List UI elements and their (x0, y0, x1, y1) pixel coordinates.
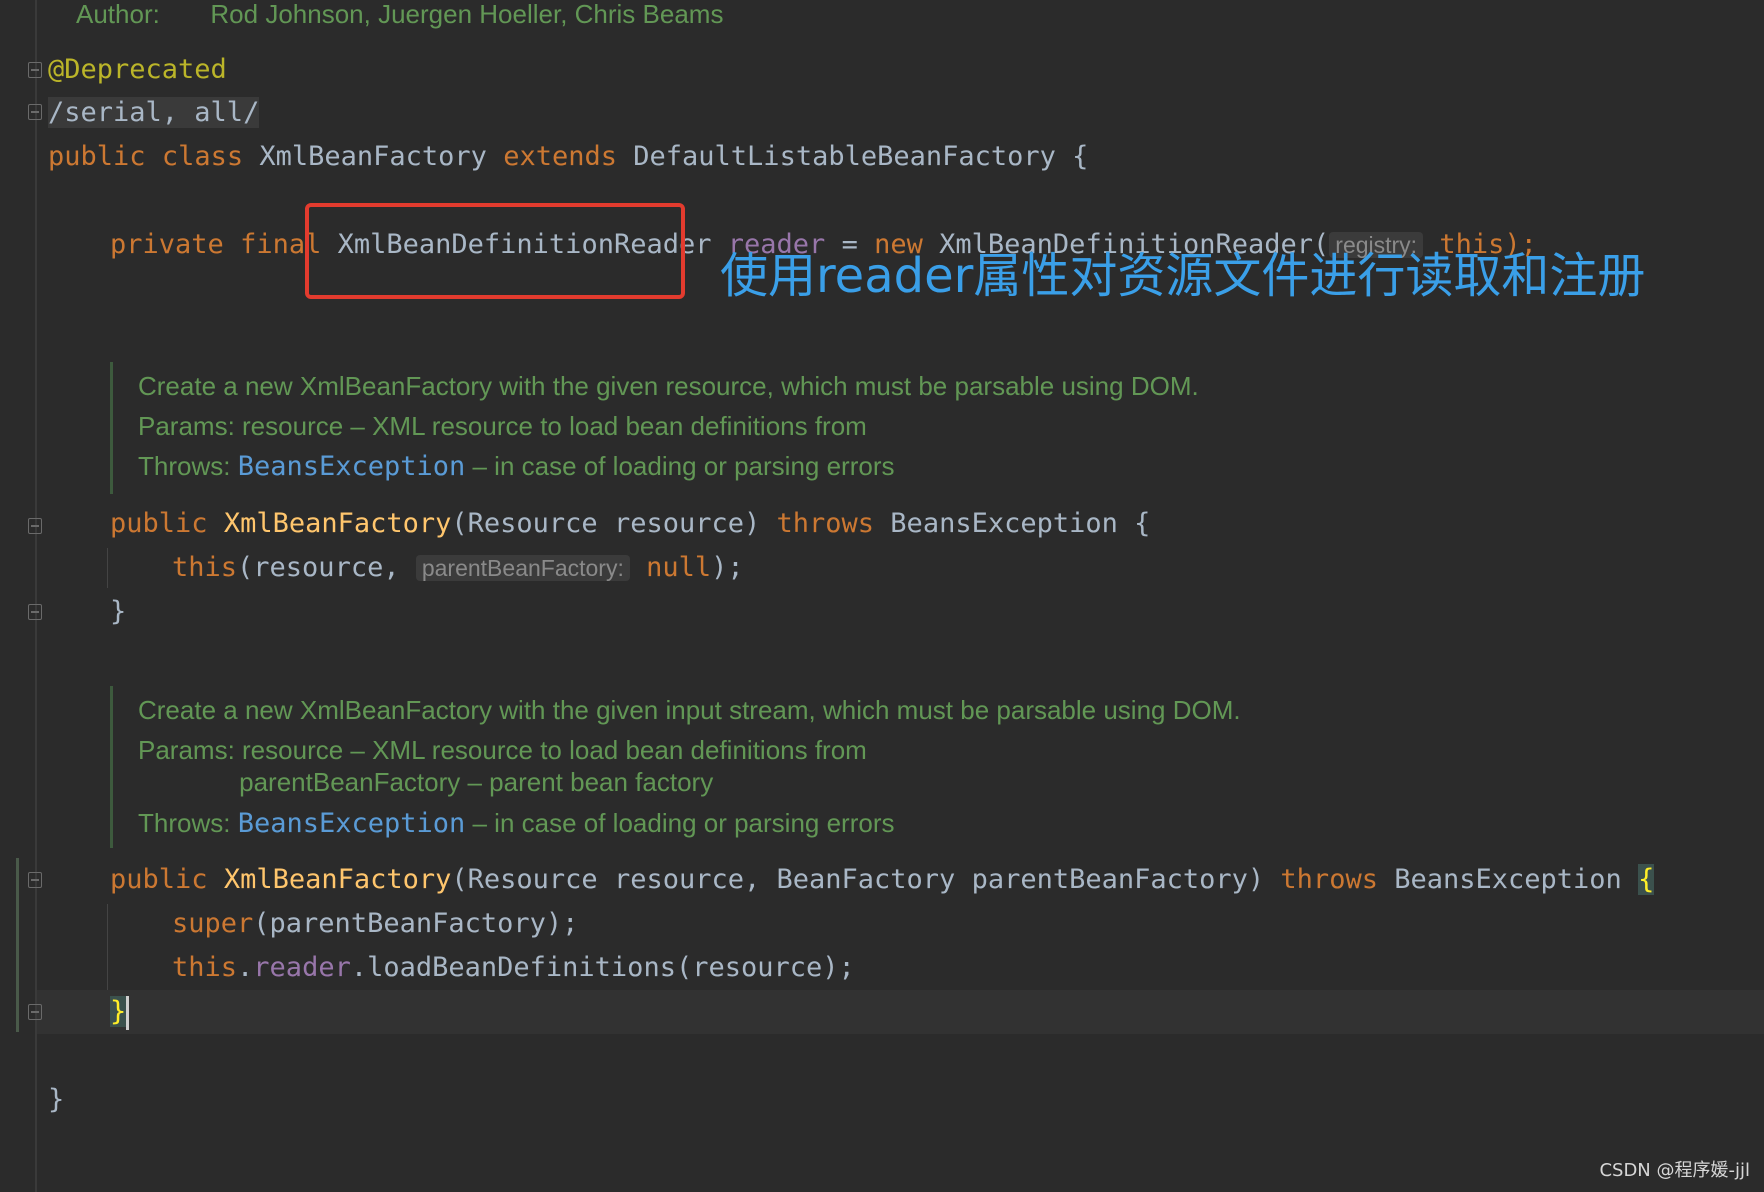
constructor-params: (Resource resource) (451, 508, 777, 539)
code-line-ctor2-super[interactable]: super(parentBeanFactory); (172, 902, 578, 946)
exception-type: BeansException { (874, 508, 1151, 539)
javadoc-ctor2-params2: parentBeanFactory – parent bean factory (138, 762, 713, 802)
keyword-this: this (172, 552, 238, 583)
javadoc-author: Author: Rod Johnson, Juergen Hoeller, Ch… (76, 0, 723, 34)
keyword-throws: throws (776, 508, 875, 539)
fold-icon[interactable] (28, 1004, 42, 1020)
javadoc-throws-text: – in case of loading or parsing errors (465, 451, 895, 481)
code-line-ctor1-close[interactable]: } (110, 590, 126, 634)
javadoc-throws-text: – in case of loading or parsing errors (465, 808, 895, 838)
constructor-params: (Resource resource, BeanFactory parentBe… (451, 864, 1281, 895)
code-line-ctor1-body[interactable]: this(resource, parentBeanFactory: null); (172, 546, 744, 590)
super-call-args: (parentBeanFactory); (253, 908, 579, 939)
code-line-ctor2-close[interactable]: } (110, 990, 130, 1034)
deprecated-annotation: @Deprecated (48, 54, 227, 85)
javadoc-params-parent: parentBeanFactory – parent bean factory (138, 767, 714, 797)
matched-close-brace: } (110, 996, 127, 1027)
field-reader-ref: reader (253, 952, 351, 983)
javadoc-ctor1: Create a new XmlBeanFactory with the giv… (138, 366, 1199, 406)
javadoc-ctor1-params: Params: resource – XML resource to load … (138, 406, 867, 446)
code-line-ctor2-load[interactable]: this.reader.loadBeanDefinitions(resource… (172, 946, 855, 990)
text-caret (126, 995, 130, 1030)
close-brace: } (110, 596, 127, 627)
annotation-caption: 使用reader属性对资源文件进行读取和注册 (720, 248, 1646, 304)
class-close-brace: } (48, 1084, 65, 1115)
highlight-box (305, 203, 685, 299)
javadoc-ctor2-throws: Throws: BeansException – in case of load… (138, 803, 895, 844)
constructor-name: XmlBeanFactory (223, 864, 452, 895)
code-line-class-close[interactable]: } (48, 1078, 64, 1122)
vcs-change-marker (16, 858, 19, 1032)
code-line-deprecated[interactable]: @Deprecated (48, 48, 227, 92)
code-line-suppress[interactable]: /serial, all/ (48, 91, 260, 135)
current-line-highlight (37, 990, 1764, 1034)
suppress-warnings-folded[interactable]: /serial, all/ (48, 97, 260, 128)
matched-open-brace: { (1638, 864, 1655, 895)
keyword-class: class (161, 141, 244, 172)
javadoc-params: Params: resource – XML resource to load … (138, 411, 867, 441)
javadoc-ctor1-throws: Throws: BeansException – in case of load… (138, 446, 895, 487)
class-name: XmlBeanFactory (259, 141, 487, 172)
call-args: (resource, (237, 552, 416, 583)
load-bean-definitions-call: .loadBeanDefinitions(resource); (350, 952, 855, 983)
code-line-class-declaration[interactable]: public class XmlBeanFactory extends Defa… (48, 135, 1088, 179)
indent-guide (107, 548, 108, 588)
javadoc-bar (110, 686, 113, 848)
javadoc-throws-label: Throws: (138, 451, 238, 481)
fold-icon[interactable] (28, 62, 42, 78)
keyword-public: public (48, 141, 146, 172)
javadoc-ctor2: Create a new XmlBeanFactory with the giv… (138, 690, 1241, 730)
watermark: CSDN @程序媛-jjl (1599, 1160, 1750, 1181)
keyword-private: private (110, 229, 224, 260)
keyword-public: public (110, 864, 208, 895)
javadoc-params: Params: resource – XML resource to load … (138, 735, 867, 765)
keyword-null: null (629, 552, 712, 583)
beans-exception-link[interactable]: BeansException (238, 451, 466, 482)
keyword-super: super (172, 908, 254, 939)
javadoc-description: Create a new XmlBeanFactory with the giv… (138, 371, 1199, 401)
author-names: Rod Johnson, Juergen Hoeller, Chris Beam… (210, 0, 724, 29)
open-brace: { (1072, 141, 1089, 172)
javadoc-throws-label: Throws: (138, 808, 238, 838)
dot-operator: . (237, 952, 254, 983)
keyword-this: this (172, 952, 238, 983)
call-end: ); (711, 552, 744, 583)
javadoc-bar (110, 362, 113, 494)
fold-icon[interactable] (28, 518, 42, 534)
beans-exception-link[interactable]: BeansException (238, 808, 466, 839)
fold-icon[interactable] (28, 604, 42, 620)
fold-icon[interactable] (28, 104, 42, 120)
exception-type: BeansException (1377, 864, 1639, 895)
keyword-throws: throws (1280, 864, 1378, 895)
author-label: Author: (76, 0, 160, 29)
javadoc-description: Create a new XmlBeanFactory with the giv… (138, 695, 1241, 725)
keyword-extends: extends (503, 141, 617, 172)
keyword-public: public (110, 508, 208, 539)
fold-icon[interactable] (28, 872, 42, 888)
code-line-ctor2-signature[interactable]: public XmlBeanFactory(Resource resource,… (110, 858, 1655, 902)
parameter-hint-parent: parentBeanFactory: (415, 555, 630, 581)
constructor-name: XmlBeanFactory (223, 508, 452, 539)
code-line-ctor1-signature[interactable]: public XmlBeanFactory(Resource resource)… (110, 502, 1150, 546)
parent-class: DefaultListableBeanFactory (633, 141, 1056, 172)
indent-guide (107, 904, 108, 990)
